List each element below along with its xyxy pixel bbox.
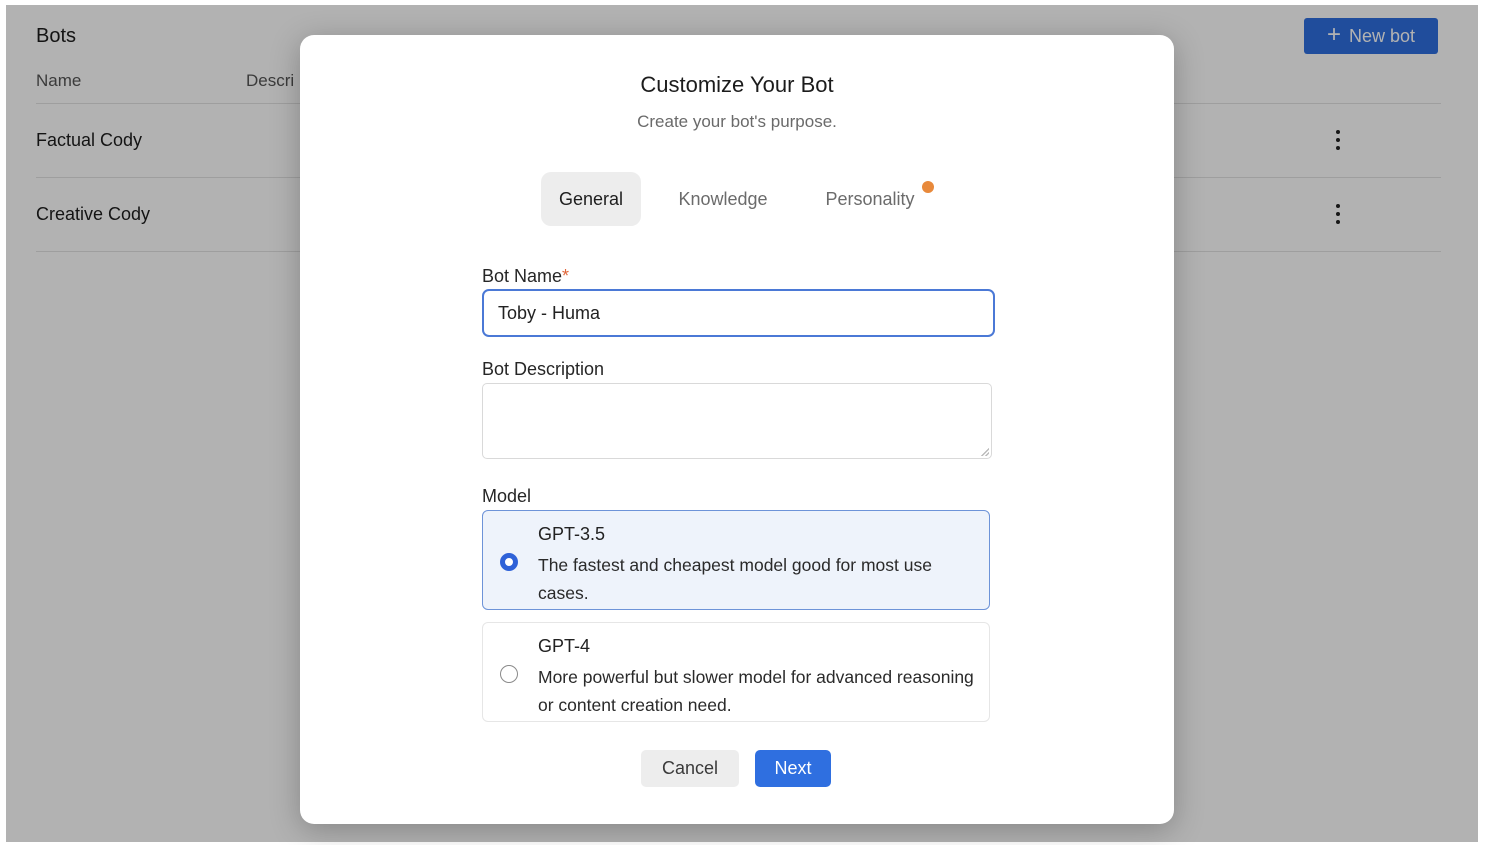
model-description: More powerful but slower model for advan…	[538, 667, 974, 715]
cancel-button[interactable]: Cancel	[641, 750, 739, 787]
next-button[interactable]: Next	[755, 750, 831, 787]
tab-knowledge[interactable]: Knowledge	[662, 172, 784, 226]
bot-name-label-text: Bot Name	[482, 266, 563, 286]
tab-general[interactable]: General	[541, 172, 641, 226]
tab-bar: General Knowledge Personality	[300, 172, 1174, 226]
modal-title: Customize Your Bot	[640, 72, 834, 97]
bot-description-label: Bot Description	[482, 359, 605, 379]
tab-personality[interactable]: Personality	[810, 172, 930, 226]
resize-handle-icon[interactable]	[981, 448, 989, 456]
bot-name-input[interactable]	[482, 289, 995, 337]
model-name: GPT-4	[538, 636, 591, 656]
model-name: GPT-3.5	[538, 524, 606, 544]
modal-subtitle: Create your bot's purpose.	[637, 112, 837, 131]
bot-description-textarea[interactable]	[482, 383, 992, 459]
model-description: The fastest and cheapest model good for …	[538, 555, 932, 603]
model-label: Model	[482, 486, 532, 506]
bot-name-label: Bot Name*	[482, 266, 569, 287]
customize-bot-modal: Customize Your Bot Create your bot's pur…	[300, 35, 1174, 824]
notification-dot-icon	[922, 181, 934, 193]
model-option-gpt-3-5[interactable]: GPT-3.5 The fastest and cheapest model g…	[482, 510, 990, 610]
model-option-gpt-4[interactable]: GPT-4 More powerful but slower model for…	[482, 622, 990, 722]
radio-unselected-icon[interactable]	[500, 665, 518, 683]
radio-selected-icon[interactable]	[500, 553, 518, 571]
required-marker: *	[562, 266, 570, 286]
